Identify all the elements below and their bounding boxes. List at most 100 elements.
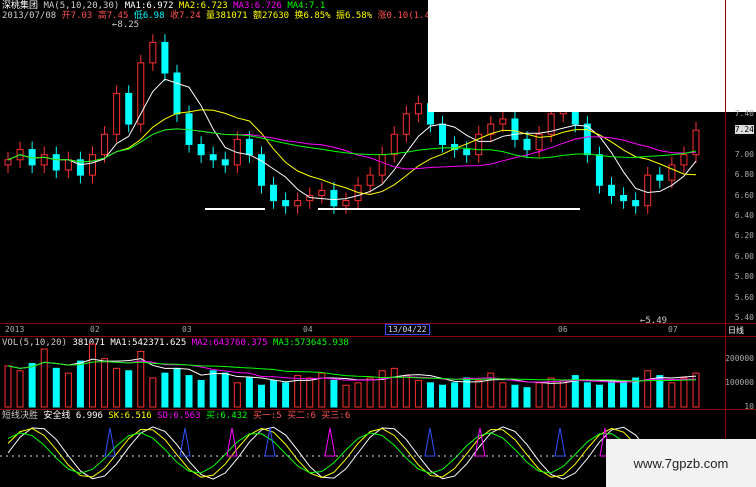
- volume-bar[interactable]: [330, 379, 338, 408]
- time-axis-label: 03: [182, 325, 192, 334]
- candle-body[interactable]: [583, 123, 591, 156]
- volume-bar[interactable]: [523, 387, 531, 408]
- volume-bar[interactable]: [149, 377, 157, 408]
- candle-body[interactable]: [668, 164, 676, 181]
- volume-bar[interactable]: [270, 379, 278, 408]
- volume-bar[interactable]: [197, 379, 205, 408]
- candle-body[interactable]: [221, 159, 229, 166]
- volume-bar[interactable]: [221, 372, 229, 408]
- candle-body[interactable]: [125, 92, 133, 125]
- volume-bar[interactable]: [52, 367, 60, 408]
- volume-bar[interactable]: [4, 365, 12, 408]
- volume-bar[interactable]: [28, 363, 36, 408]
- candle-body[interactable]: [680, 154, 688, 166]
- time-axis-label: 06: [558, 325, 568, 334]
- volume-bar[interactable]: [161, 372, 169, 408]
- volume-bar[interactable]: [125, 370, 133, 408]
- price-axis-label: 7.00: [734, 149, 754, 159]
- volume-bar[interactable]: [40, 348, 48, 408]
- candle-body[interactable]: [595, 154, 603, 186]
- candle-body[interactable]: [52, 154, 60, 171]
- volume-bar[interactable]: [233, 382, 241, 408]
- volume-bar[interactable]: [668, 382, 676, 408]
- volume-bar[interactable]: [692, 372, 700, 408]
- signal-triangle: [324, 427, 336, 457]
- candle-body[interactable]: [40, 154, 48, 166]
- candle-body[interactable]: [149, 41, 157, 64]
- volume-bar[interactable]: [282, 382, 290, 408]
- volume-bar[interactable]: [595, 384, 603, 408]
- candle-body[interactable]: [656, 174, 664, 181]
- volume-bar[interactable]: [439, 384, 447, 408]
- volume-bar[interactable]: [390, 367, 398, 408]
- price-axis-label: 6.00: [734, 251, 754, 261]
- volume-bar[interactable]: [644, 370, 652, 408]
- candle-body[interactable]: [101, 133, 109, 156]
- volume-bar[interactable]: [64, 372, 72, 408]
- volume-bar[interactable]: [402, 375, 410, 408]
- volume-bar[interactable]: [209, 370, 217, 408]
- volume-bar[interactable]: [680, 377, 688, 408]
- volume-bar[interactable]: [354, 382, 362, 408]
- volume-bar[interactable]: [245, 377, 253, 408]
- candle-body[interactable]: [245, 138, 253, 156]
- candle-body[interactable]: [318, 189, 326, 197]
- volume-bar[interactable]: [620, 382, 628, 408]
- candle-body[interactable]: [173, 72, 181, 115]
- candle-body[interactable]: [499, 118, 507, 125]
- volume-bar[interactable]: [583, 382, 591, 408]
- volume-bar[interactable]: [608, 379, 616, 408]
- watermark: www.7gpzb.com: [606, 439, 756, 487]
- volume-bar[interactable]: [306, 377, 314, 408]
- candle-body[interactable]: [439, 123, 447, 145]
- volume-bar[interactable]: [426, 382, 434, 408]
- price-axis-label: 6.40: [734, 210, 754, 220]
- candle-body[interactable]: [463, 149, 471, 156]
- candle-body[interactable]: [632, 200, 640, 207]
- candle-body[interactable]: [4, 159, 12, 166]
- volume-bar[interactable]: [499, 382, 507, 408]
- volume-bar[interactable]: [559, 379, 567, 408]
- candle-body[interactable]: [88, 154, 96, 176]
- volume-bar[interactable]: [257, 384, 265, 408]
- volume-bar[interactable]: [342, 384, 350, 408]
- candle-body[interactable]: [294, 200, 302, 207]
- candle-body[interactable]: [523, 138, 531, 151]
- volume-bar[interactable]: [414, 379, 422, 408]
- volume-bar[interactable]: [76, 360, 84, 408]
- volume-bar[interactable]: [535, 382, 543, 408]
- volume-bar[interactable]: [101, 358, 109, 408]
- volume-bar[interactable]: [547, 377, 555, 408]
- candle-body[interactable]: [644, 174, 652, 207]
- volume-bar[interactable]: [173, 367, 181, 408]
- volume-bar[interactable]: [378, 370, 386, 408]
- candle-body[interactable]: [378, 154, 386, 176]
- volume-bar[interactable]: [113, 367, 121, 408]
- candle-body[interactable]: [197, 143, 205, 156]
- volume-bar[interactable]: [366, 377, 374, 408]
- candle-body[interactable]: [330, 189, 338, 207]
- volume-bar[interactable]: [451, 382, 459, 408]
- candle-body[interactable]: [608, 184, 616, 197]
- candle-body[interactable]: [511, 118, 519, 140]
- candle-body[interactable]: [366, 174, 374, 186]
- volume-bar[interactable]: [16, 370, 24, 408]
- candle-body[interactable]: [270, 184, 278, 202]
- candle-body[interactable]: [414, 103, 422, 115]
- candle-body[interactable]: [475, 133, 483, 156]
- candle-body[interactable]: [402, 113, 410, 135]
- volume-bar[interactable]: [475, 379, 483, 408]
- candle-body[interactable]: [113, 92, 121, 135]
- candle-body[interactable]: [282, 200, 290, 207]
- volume-bar[interactable]: [511, 384, 519, 408]
- candle-body[interactable]: [620, 195, 628, 202]
- volume-bar[interactable]: [88, 343, 96, 408]
- candle-body[interactable]: [161, 41, 169, 74]
- volume-bar[interactable]: [185, 375, 193, 408]
- volume-panel[interactable]: VOL(5,10,20) 381071 MA1:542371.625 MA2:6…: [0, 337, 756, 411]
- price-chart-panel[interactable]: 深桃集团 MA(5,10,20,30) MA1:6.972 MA2:6.723 …: [0, 0, 756, 326]
- candle-body[interactable]: [390, 133, 398, 156]
- candle-body[interactable]: [209, 154, 217, 161]
- candle-body[interactable]: [64, 159, 72, 171]
- candle-body[interactable]: [342, 200, 350, 207]
